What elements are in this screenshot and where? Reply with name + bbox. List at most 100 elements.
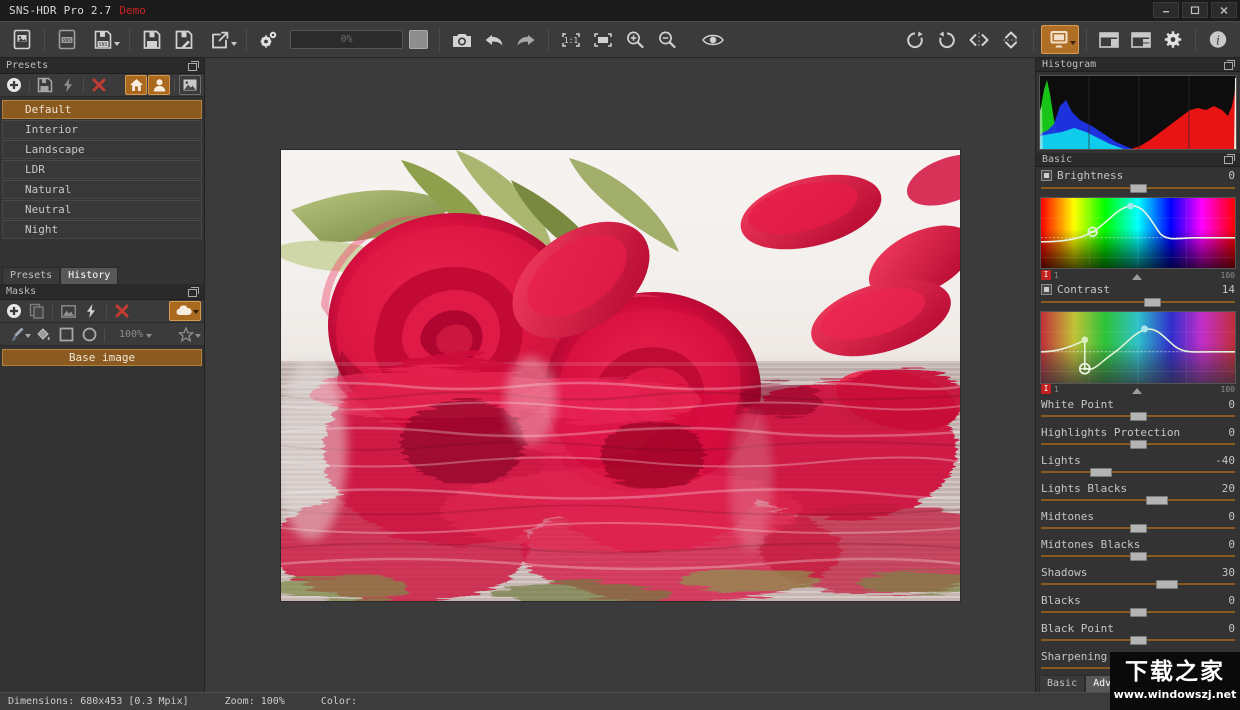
tab-history[interactable]: History (60, 267, 118, 284)
rotate-ccw-button[interactable] (932, 25, 962, 54)
fill-tool-button[interactable] (32, 324, 54, 344)
curve-range-handle[interactable] (1132, 274, 1142, 280)
home-presets-button[interactable] (125, 75, 147, 95)
rectangle-tool-button[interactable] (55, 324, 77, 344)
slider-white-point-track[interactable] (1041, 412, 1235, 420)
settings-button[interactable] (1158, 25, 1188, 54)
slider-blacks[interactable]: Blacks 0 (1036, 591, 1240, 619)
curve-toggle-icon[interactable] (1041, 170, 1052, 181)
preset-item-night[interactable]: Night (2, 220, 202, 239)
maximize-button[interactable] (1182, 2, 1208, 18)
preset-item-natural[interactable]: Natural (2, 180, 202, 199)
minimize-button[interactable] (1153, 2, 1179, 18)
slider-handle[interactable] (1130, 636, 1147, 645)
open-sns-button[interactable]: SNS (52, 25, 82, 54)
opacity-dropdown[interactable]: 100% (109, 324, 153, 344)
duplicate-mask-button[interactable] (26, 301, 48, 321)
preset-item-default[interactable]: Default (2, 100, 202, 119)
slider-midtones-track[interactable] (1041, 524, 1235, 532)
stop-button[interactable] (409, 30, 428, 49)
curve-invert-badge[interactable]: I (1041, 384, 1051, 394)
layout-right-button[interactable] (1126, 25, 1156, 54)
curve-invert-badge[interactable]: I (1041, 270, 1051, 280)
save-sns-button[interactable]: SNS (84, 25, 122, 54)
tab-basic[interactable]: Basic (1039, 675, 1085, 692)
slider-black-point[interactable]: Black Point 0 (1036, 619, 1240, 647)
slider-handle[interactable] (1130, 524, 1147, 533)
brightness-curve-editor[interactable] (1040, 197, 1236, 270)
slider-black-point-track[interactable] (1041, 636, 1235, 644)
flip-vertical-button[interactable] (996, 25, 1026, 54)
slider-brightness[interactable]: Brightness 0 (1036, 167, 1240, 195)
batch-process-button[interactable] (254, 25, 284, 54)
redo-button[interactable] (511, 25, 541, 54)
save-button[interactable] (137, 25, 167, 54)
add-preset-button[interactable] (3, 75, 25, 95)
slider-contrast[interactable]: Contrast 14 (1036, 281, 1240, 309)
slider-handle[interactable] (1144, 298, 1161, 307)
slider-lights-track[interactable] (1041, 468, 1235, 476)
undock-icon[interactable] (1224, 154, 1234, 164)
slider-midtones-blacks[interactable]: Midtones Blacks 0 (1036, 535, 1240, 563)
slider-handle[interactable] (1130, 608, 1147, 617)
slider-contrast-track[interactable] (1041, 298, 1235, 306)
delete-mask-button[interactable] (111, 301, 133, 321)
open-image-button[interactable] (7, 25, 37, 54)
zoom-out-button[interactable] (652, 25, 682, 54)
preset-item-ldr[interactable]: LDR (2, 160, 202, 179)
slider-highlights-protection-track[interactable] (1041, 440, 1235, 448)
add-mask-button[interactable] (3, 301, 25, 321)
display-mode-button[interactable] (1041, 25, 1079, 54)
mask-lightning-button[interactable] (80, 301, 102, 321)
slider-handle[interactable] (1130, 412, 1147, 421)
user-presets-button[interactable] (148, 75, 170, 95)
undock-icon[interactable] (188, 61, 198, 71)
mask-image-button[interactable] (57, 301, 79, 321)
preset-item-neutral[interactable]: Neutral (2, 200, 202, 219)
slider-midtones-blacks-track[interactable] (1041, 552, 1235, 560)
rotate-cw-button[interactable] (900, 25, 930, 54)
about-button[interactable]: i (1203, 25, 1233, 54)
layout-left-button[interactable] (1094, 25, 1124, 54)
mask-type-dropdown[interactable] (169, 301, 201, 321)
slider-lights-blacks[interactable]: Lights Blacks 20 (1036, 479, 1240, 507)
flip-horizontal-button[interactable] (964, 25, 994, 54)
slider-handle[interactable] (1156, 580, 1178, 589)
preview-eye-button[interactable] (698, 25, 728, 54)
delete-preset-button[interactable] (88, 75, 110, 95)
slider-highlights-protection[interactable]: Highlights Protection 0 (1036, 423, 1240, 451)
slider-handle[interactable] (1146, 496, 1168, 505)
slider-shadows[interactable]: Shadows 30 (1036, 563, 1240, 591)
snapshot-button[interactable] (447, 25, 477, 54)
ellipse-tool-button[interactable] (78, 324, 100, 344)
image-presets-button[interactable] (179, 75, 201, 95)
zoom-in-button[interactable] (620, 25, 650, 54)
preset-item-interior[interactable]: Interior (2, 120, 202, 139)
mask-item-base-image[interactable]: Base image (2, 349, 202, 366)
save-as-button[interactable] (169, 25, 199, 54)
slider-handle[interactable] (1130, 184, 1147, 193)
photo-preview[interactable] (280, 149, 961, 602)
fit-to-window-button[interactable] (588, 25, 618, 54)
curve-toggle-icon[interactable] (1041, 284, 1052, 295)
image-canvas[interactable] (205, 58, 1035, 692)
slider-lights-blacks-track[interactable] (1041, 496, 1235, 504)
slider-handle[interactable] (1130, 552, 1147, 561)
favorites-dropdown[interactable] (171, 324, 201, 344)
slider-white-point[interactable]: White Point 0 (1036, 395, 1240, 423)
slider-blacks-track[interactable] (1041, 608, 1235, 616)
slider-brightness-track[interactable] (1041, 184, 1235, 192)
brush-tool-button[interactable] (3, 324, 31, 344)
undock-icon[interactable] (188, 287, 198, 297)
slider-shadows-track[interactable] (1041, 580, 1235, 588)
undock-icon[interactable] (1224, 60, 1234, 70)
slider-lights[interactable]: Lights -40 (1036, 451, 1240, 479)
slider-handle[interactable] (1090, 468, 1112, 477)
preset-item-landscape[interactable]: Landscape (2, 140, 202, 159)
refresh-preset-button[interactable] (57, 75, 79, 95)
slider-midtones[interactable]: Midtones 0 (1036, 507, 1240, 535)
curve-range-handle[interactable] (1132, 388, 1142, 394)
save-preset-button[interactable] (34, 75, 56, 95)
close-button[interactable] (1211, 2, 1237, 18)
undo-button[interactable] (479, 25, 509, 54)
